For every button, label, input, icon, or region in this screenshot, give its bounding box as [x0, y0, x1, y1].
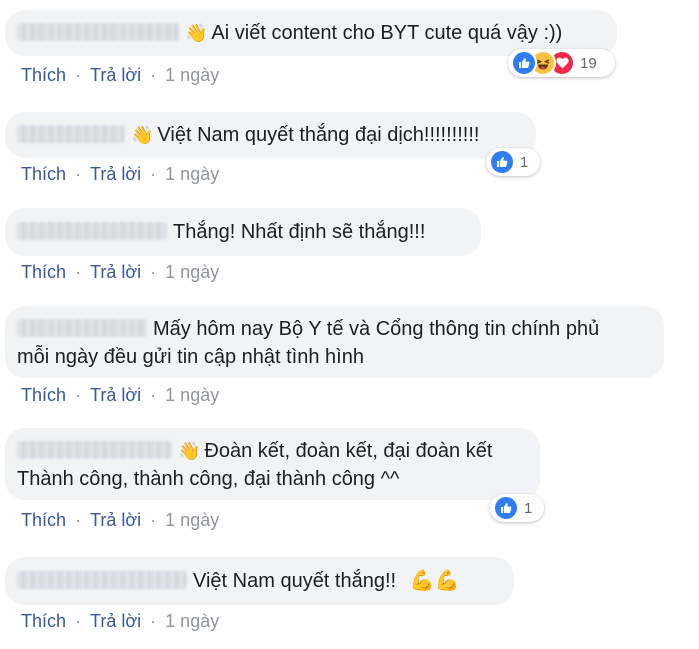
separator-dot: ·	[75, 65, 82, 85]
comment-text: Đoàn kết, đoàn kết, đại đoàn kết	[204, 440, 493, 462]
reaction-count: 19	[580, 54, 597, 72]
separator-dot: ·	[150, 262, 157, 282]
reply-link[interactable]: Trả lời	[90, 65, 141, 86]
reply-link[interactable]: Trả lời	[90, 510, 141, 531]
separator-dot: ·	[150, 611, 157, 631]
timestamp[interactable]: 1 ngày	[165, 385, 219, 406]
comment-text: Mấy hôm nay Bộ Y tế và Cổng thông tin ch…	[153, 318, 600, 340]
timestamp[interactable]: 1 ngày	[165, 611, 219, 632]
separator-dot: ·	[75, 262, 82, 282]
reaction-count: 1	[520, 153, 529, 171]
waving-hand-icon: 👋	[185, 23, 208, 43]
comment-bubble: Việt Nam quyết thắng!! 💪💪	[5, 557, 514, 605]
flexed-biceps-icon: 💪💪	[409, 570, 460, 592]
separator-dot: ·	[75, 164, 82, 184]
timestamp[interactable]: 1 ngày	[165, 510, 219, 531]
comment-actions: Thích · Trả lời · 1 ngày	[21, 385, 219, 406]
reaction-summary[interactable]: 1	[490, 494, 544, 522]
comment-actions: Thích · Trả lời · 1 ngày	[21, 510, 219, 531]
comment-bubble: 👋 Việt Nam quyết thắng đại dịch!!!!!!!!!!	[5, 112, 536, 158]
separator-dot: ·	[75, 510, 82, 530]
separator-dot: ·	[75, 385, 82, 405]
comment-actions: Thích · Trả lời · 1 ngày	[21, 611, 219, 632]
comment-text: Việt Nam quyết thắng!!	[193, 570, 397, 592]
separator-dot: ·	[150, 164, 157, 184]
comment-actions: Thích · Trả lời · 1 ngày	[21, 164, 219, 185]
separator-dot: ·	[150, 510, 157, 530]
comment-bubble: Thắng! Nhất định sẽ thắng!!!	[5, 208, 481, 256]
reaction-count: 1	[524, 499, 533, 517]
waving-hand-icon: 👋	[131, 125, 154, 145]
comment-bubble: Mấy hôm nay Bộ Y tế và Cổng thông tin ch…	[5, 306, 664, 378]
separator-dot: ·	[150, 65, 157, 85]
comment-bubble: 👋 Đoàn kết, đoàn kết, đại đoàn kết Thành …	[5, 428, 540, 500]
author-name-blurred[interactable]	[17, 318, 147, 337]
like-icon	[493, 495, 519, 521]
separator-dot: ·	[150, 385, 157, 405]
comment-actions: Thích · Trả lời · 1 ngày	[21, 262, 219, 283]
like-link[interactable]: Thích	[21, 65, 66, 86]
reaction-summary[interactable]: 1	[486, 148, 540, 176]
comment-line-1: Mấy hôm nay Bộ Y tế và Cổng thông tin ch…	[17, 315, 664, 343]
comment-actions: Thích · Trả lời · 1 ngày	[21, 65, 219, 86]
reply-link[interactable]: Trả lời	[90, 164, 141, 185]
reply-link[interactable]: Trả lời	[90, 262, 141, 283]
like-icon	[489, 149, 515, 175]
comment-text: Ai viết content cho BYT cute quá vậy :))	[211, 22, 563, 44]
comment-line-2: Thành công, thành công, đại thành công ^…	[17, 468, 400, 490]
comment-line-2: mỗi ngày đều gửi tin cập nhật tình hình	[17, 346, 364, 368]
separator-dot: ·	[75, 611, 82, 631]
author-name-blurred[interactable]	[17, 570, 187, 589]
author-name-blurred[interactable]	[17, 22, 179, 41]
like-link[interactable]: Thích	[21, 164, 66, 185]
like-icon	[511, 50, 537, 76]
like-link[interactable]: Thích	[21, 262, 66, 283]
comment-text: Việt Nam quyết thắng đại dịch!!!!!!!!!!	[157, 124, 480, 146]
comment-line-1: 👋 Đoàn kết, đoàn kết, đại đoàn kết	[17, 437, 540, 465]
reply-link[interactable]: Trả lời	[90, 611, 141, 632]
timestamp[interactable]: 1 ngày	[165, 65, 219, 86]
author-name-blurred[interactable]	[17, 221, 167, 240]
author-name-blurred[interactable]	[17, 440, 172, 459]
author-name-blurred[interactable]	[17, 124, 125, 143]
reply-link[interactable]: Trả lời	[90, 385, 141, 406]
reaction-summary[interactable]: 19	[508, 49, 615, 77]
like-link[interactable]: Thích	[21, 510, 66, 531]
waving-hand-icon: 👋	[178, 441, 201, 461]
timestamp[interactable]: 1 ngày	[165, 164, 219, 185]
timestamp[interactable]: 1 ngày	[165, 262, 219, 283]
comment-text: Thắng! Nhất định sẽ thắng!!!	[173, 221, 426, 243]
like-link[interactable]: Thích	[21, 385, 66, 406]
like-link[interactable]: Thích	[21, 611, 66, 632]
